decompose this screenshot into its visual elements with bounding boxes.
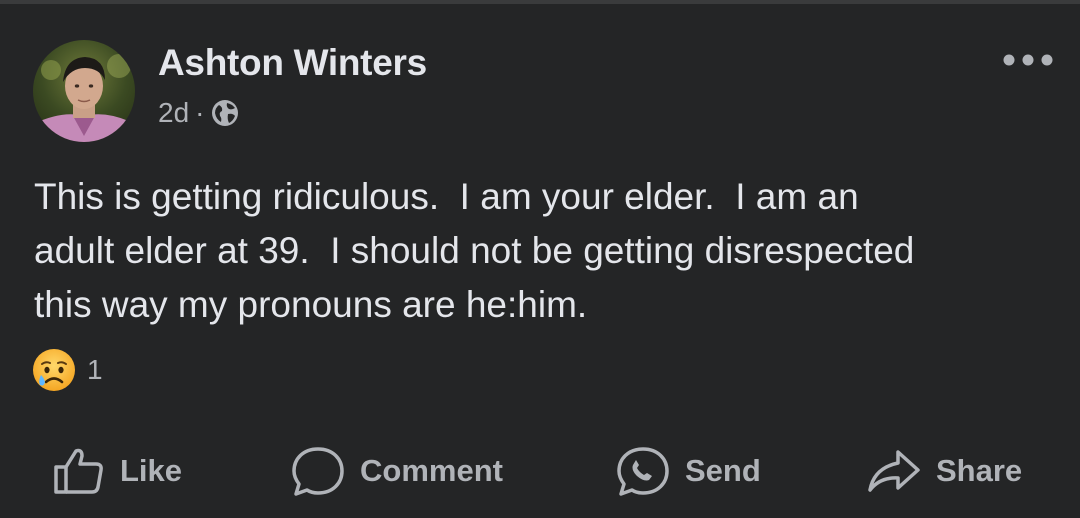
comment-icon <box>292 447 344 496</box>
post-card: Ashton Winters 2d · This is getting ridi… <box>0 4 1080 518</box>
globe-icon <box>210 98 240 128</box>
action-bar: Like Comment Send Share <box>0 438 1080 504</box>
comment-label: Comment <box>360 453 503 488</box>
send-label: Send <box>685 453 761 488</box>
reaction-count: 1 <box>87 354 103 385</box>
post-text: This is getting ridiculous. I am your el… <box>34 176 915 325</box>
avatar[interactable] <box>33 40 135 142</box>
send-button[interactable]: Send <box>615 438 761 504</box>
post-timestamp[interactable]: 2d <box>158 97 189 129</box>
comment-button[interactable]: Comment <box>290 438 503 504</box>
reactions-summary[interactable]: 1 <box>31 347 103 393</box>
more-options-button[interactable] <box>1000 42 1056 78</box>
like-button[interactable]: Like <box>52 438 182 504</box>
like-label: Like <box>120 453 183 488</box>
avatar-image <box>33 40 135 142</box>
share-button[interactable]: Share <box>866 438 1022 504</box>
more-dots-icon <box>1003 54 1053 66</box>
author-name[interactable]: Ashton Winters <box>158 42 427 84</box>
post-meta: 2d · <box>158 97 240 129</box>
sad-reaction-icon <box>33 349 75 391</box>
share-label: Share <box>936 453 1023 488</box>
messenger-icon <box>617 447 669 496</box>
share-arrow-icon <box>868 450 920 492</box>
meta-separator: · <box>195 97 205 128</box>
thumbs-up-icon <box>54 448 103 494</box>
